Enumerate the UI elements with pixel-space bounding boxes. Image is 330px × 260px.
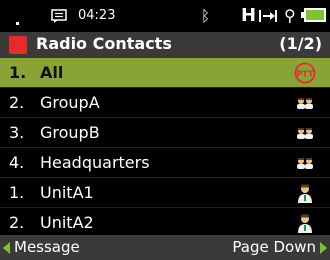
- svg-text:PTT: PTT: [297, 70, 315, 79]
- item-name: Headquarters: [40, 153, 150, 172]
- item-name: GroupB: [40, 123, 100, 142]
- list-item[interactable]: 4. Headquarters: [0, 148, 330, 178]
- dot-indicator: [16, 22, 19, 25]
- list-item[interactable]: 1. UnitA1: [0, 178, 330, 208]
- group-icon: [297, 98, 313, 109]
- message-softkey[interactable]: Message: [14, 238, 80, 256]
- item-number: 3.: [9, 123, 25, 142]
- item-number: 1.: [9, 183, 25, 202]
- group-icon: [297, 128, 313, 139]
- list-item[interactable]: 2. UnitA2: [0, 208, 330, 238]
- message-icon: [51, 9, 67, 23]
- softkey-bar: Message Page Down: [0, 235, 330, 260]
- page-down-softkey[interactable]: Page Down: [232, 238, 316, 256]
- list-item[interactable]: 3. GroupB: [0, 118, 330, 148]
- battery-icon: [301, 8, 326, 22]
- item-number: 2.: [9, 93, 25, 112]
- scrollbar[interactable]: [326, 58, 330, 79]
- signal-arrow-icon: [259, 10, 277, 22]
- item-name: GroupA: [40, 93, 100, 112]
- page-indicator: (1/2): [279, 34, 322, 53]
- group-icon: [297, 158, 313, 169]
- status-time: 04:23: [78, 8, 116, 23]
- usb-icon: ⚲: [284, 6, 296, 25]
- item-number: 2.: [9, 213, 25, 232]
- item-name: UnitA2: [40, 213, 94, 232]
- item-number: 1.: [9, 63, 27, 82]
- ptt-icon: PTT: [294, 62, 316, 84]
- item-number: 4.: [9, 153, 25, 172]
- user-icon: [298, 214, 312, 233]
- title-bar: Radio Contacts (1/2): [0, 32, 330, 58]
- user-icon: [298, 184, 312, 203]
- right-arrow-icon: [320, 242, 327, 254]
- contacts-list: 1. All PTT 2. GroupA 3. GroupB 4. Headqu…: [0, 58, 330, 238]
- status-bar: 04:23 ᛒ H ⚲: [0, 0, 330, 32]
- hsdpa-icon: H: [241, 5, 257, 26]
- app-color-square: [9, 36, 27, 54]
- left-arrow-icon: [3, 242, 10, 254]
- list-item[interactable]: 2. GroupA: [0, 88, 330, 118]
- item-name: UnitA1: [40, 183, 94, 202]
- page-title: Radio Contacts: [36, 34, 172, 53]
- item-name: All: [40, 63, 64, 82]
- bluetooth-icon: ᛒ: [201, 7, 211, 25]
- list-item[interactable]: 1. All PTT: [0, 58, 330, 88]
